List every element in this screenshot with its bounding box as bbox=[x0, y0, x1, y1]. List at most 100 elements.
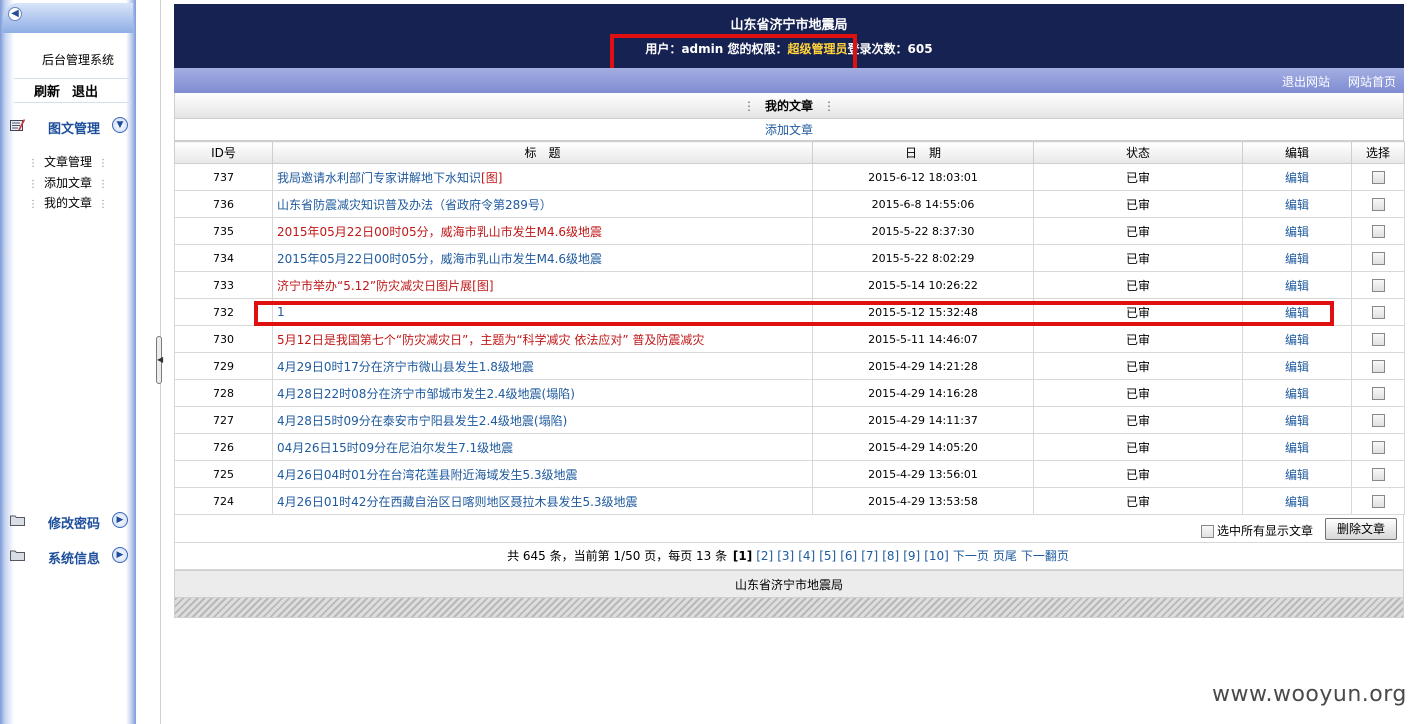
cell-edit[interactable]: 编辑 bbox=[1242, 433, 1352, 461]
site-home-link[interactable]: 网站首页 bbox=[1348, 73, 1396, 90]
cell-edit[interactable]: 编辑 bbox=[1242, 487, 1352, 515]
cell-edit[interactable]: 编辑 bbox=[1242, 271, 1352, 299]
page-header: 山东省济宁市地震局 用户：admin 您的权限：超级管理员登录次数：605 bbox=[174, 4, 1404, 72]
sidebar-group-articles[interactable]: 图文管理 ▼ bbox=[8, 115, 132, 137]
row-checkbox[interactable] bbox=[1371, 413, 1385, 427]
exit-site-link[interactable]: 退出网站 bbox=[1282, 73, 1330, 90]
system-name: 后台管理系统 bbox=[42, 53, 115, 67]
article-icon bbox=[10, 119, 25, 131]
cell-edit[interactable]: 编辑 bbox=[1242, 352, 1352, 380]
next-group-link[interactable]: 下一翻页 bbox=[1021, 549, 1069, 563]
chevron-right-icon[interactable]: ▶ bbox=[112, 547, 128, 563]
cell-id-text: 730 bbox=[213, 332, 234, 346]
row-checkbox[interactable] bbox=[1371, 170, 1385, 184]
page-link[interactable]: [9] bbox=[903, 549, 920, 563]
page-links: [2] [3] [4] [5] [6] [7] [8] [9] [10] bbox=[754, 549, 951, 563]
cell-date: 2015-6-8 14:55:06 bbox=[812, 190, 1034, 218]
cell-title[interactable]: 4月28日22时08分在济宁市邹城市发生2.4级地震(塌陷) bbox=[272, 379, 813, 407]
cell-status-text: 已审 bbox=[1125, 251, 1150, 266]
page-link[interactable]: [5] bbox=[819, 549, 836, 563]
cell-date: 2015-4-29 14:21:28 bbox=[812, 352, 1034, 380]
cell-edit[interactable]: 编辑 bbox=[1242, 244, 1352, 272]
divider bbox=[14, 78, 132, 79]
cell-title[interactable]: 济宁市举办“5.12”防灾减灾日图片展[图] bbox=[272, 271, 813, 299]
page-link[interactable]: [4] bbox=[798, 549, 815, 563]
cell-edit-text: 编辑 bbox=[1284, 413, 1309, 428]
footer: 山东省济宁市地震局 bbox=[174, 570, 1404, 598]
row-checkbox[interactable] bbox=[1371, 359, 1385, 373]
page-link[interactable]: [3] bbox=[777, 549, 794, 563]
cell-title[interactable]: 5月12日是我国第七个“防灾减灾日”，主题为“科学减灾 依法应对” 普及防震减灾 bbox=[272, 325, 813, 353]
cell-title-text: 04月26日15时09分在尼泊尔发生7.1级地震 bbox=[277, 440, 514, 455]
sidebar-top-bar: ◀ bbox=[3, 3, 133, 33]
back-arrow-icon[interactable]: ◀ bbox=[8, 7, 22, 21]
page-link[interactable]: [6] bbox=[840, 549, 857, 563]
sidebar-item-my-articles[interactable]: ⋮ 我的文章 ⋮ bbox=[28, 194, 108, 211]
sidebar-item-add-article[interactable]: ⋮ 添加文章 ⋮ bbox=[28, 174, 108, 191]
cell-edit-text: 编辑 bbox=[1284, 494, 1309, 509]
cell-date-text: 2015-5-22 8:02:29 bbox=[871, 251, 975, 265]
cell-title[interactable]: 山东省防震减灾知识普及办法（省政府令第289号） bbox=[272, 190, 813, 218]
page-link[interactable]: [10] bbox=[924, 549, 949, 563]
row-checkbox[interactable] bbox=[1371, 386, 1385, 400]
row-checkbox[interactable] bbox=[1371, 440, 1385, 454]
cell-status: 已审 bbox=[1033, 487, 1243, 515]
cell-edit[interactable]: 编辑 bbox=[1242, 190, 1352, 218]
delete-articles-button[interactable]: 删除文章 bbox=[1325, 518, 1397, 540]
page-link[interactable]: [7] bbox=[861, 549, 878, 563]
cell-title[interactable]: 4月29日0时17分在济宁市微山县发生1.8级地震 bbox=[272, 352, 813, 380]
cell-title[interactable]: 4月28日5时09分在泰安市宁阳县发生2.4级地震(塌陷) bbox=[272, 406, 813, 434]
cell-edit-text: 编辑 bbox=[1284, 170, 1309, 185]
checkbox[interactable] bbox=[1200, 525, 1214, 538]
page-link[interactable]: [2] bbox=[756, 549, 773, 563]
sidebar-group-change-password[interactable]: 修改密码 ▶ bbox=[8, 510, 132, 532]
cell-edit[interactable]: 编辑 bbox=[1242, 217, 1352, 245]
cell-id-text: 735 bbox=[213, 224, 234, 238]
table-row: 736 山东省防震减灾知识普及办法（省政府令第289号） 2015-6-8 14:5… bbox=[174, 190, 1405, 218]
row-checkbox[interactable] bbox=[1371, 251, 1385, 265]
add-article-link[interactable]: 添加文章 bbox=[765, 123, 813, 137]
cell-title[interactable]: 我局邀请水利部门专家讲解地下水知识[图] bbox=[272, 163, 813, 191]
cell-date: 2015-4-29 13:53:58 bbox=[812, 487, 1034, 515]
last-page-link[interactable]: 页尾 bbox=[993, 549, 1017, 563]
cell-title[interactable]: 4月26日01时42分在西藏自治区日喀则地区聂拉木县发生5.3级地震 bbox=[272, 487, 813, 515]
collapse-sidebar-handle[interactable]: ◀ bbox=[156, 336, 163, 384]
cell-edit[interactable]: 编辑 bbox=[1242, 460, 1352, 488]
cell-title[interactable]: 4月26日04时01分在台湾花莲县附近海域发生5.3级地震 bbox=[272, 460, 813, 488]
cell-edit-text: 编辑 bbox=[1284, 386, 1309, 401]
cell-date-text: 2015-5-22 8:37:30 bbox=[871, 224, 975, 238]
page-link[interactable]: [8] bbox=[882, 549, 899, 563]
refresh-link[interactable]: 刷新 bbox=[34, 81, 60, 100]
cell-edit[interactable]: 编辑 bbox=[1242, 325, 1352, 353]
select-all-checkbox[interactable]: 选中所有显示文章 bbox=[1200, 522, 1313, 539]
cell-id: 729 bbox=[174, 352, 273, 380]
cell-title[interactable]: 2015年05月22日00时05分，威海市乳山市发生M4.6级地震 bbox=[272, 217, 813, 245]
table-row: 724 4月26日01时42分在西藏自治区日喀则地区聂拉木县发生5.3级地震 201… bbox=[174, 487, 1405, 515]
cell-id: 733 bbox=[174, 271, 273, 299]
image-tag: [图] bbox=[472, 278, 494, 293]
logout-link[interactable]: 退出 bbox=[72, 81, 98, 100]
row-checkbox[interactable] bbox=[1371, 332, 1385, 346]
cell-id-text: 732 bbox=[213, 305, 234, 319]
cell-edit[interactable]: 编辑 bbox=[1242, 379, 1352, 407]
cell-date-text: 2015-4-29 14:16:28 bbox=[868, 386, 978, 400]
chevron-down-icon[interactable]: ▼ bbox=[112, 117, 128, 133]
sidebar-group-system-info[interactable]: 系统信息 ▶ bbox=[8, 545, 132, 567]
cell-edit[interactable]: 编辑 bbox=[1242, 406, 1352, 434]
chevron-right-icon[interactable]: ▶ bbox=[112, 512, 128, 528]
cell-title[interactable]: 2015年05月22日00时05分，威海市乳山市发生M4.6级地震 bbox=[272, 244, 813, 272]
cell-status-text: 已审 bbox=[1125, 467, 1150, 482]
select-all-label: 选中所有显示文章 bbox=[1216, 524, 1313, 538]
row-checkbox[interactable] bbox=[1371, 197, 1385, 211]
next-page-link[interactable]: 下一页 bbox=[953, 549, 989, 563]
row-checkbox[interactable] bbox=[1371, 224, 1385, 238]
sidebar-item-article-manage[interactable]: ⋮ 文章管理 ⋮ bbox=[28, 153, 108, 170]
table-row: 729 4月29日0时17分在济宁市微山县发生1.8级地震 2015-4-29 14… bbox=[174, 352, 1405, 380]
row-checkbox[interactable] bbox=[1371, 467, 1385, 481]
cell-edit-text: 编辑 bbox=[1284, 359, 1309, 374]
row-checkbox[interactable] bbox=[1371, 305, 1385, 319]
row-checkbox[interactable] bbox=[1371, 278, 1385, 292]
cell-title[interactable]: 04月26日15时09分在尼泊尔发生7.1级地震 bbox=[272, 433, 813, 461]
cell-edit[interactable]: 编辑 bbox=[1242, 163, 1352, 191]
row-checkbox[interactable] bbox=[1371, 494, 1385, 508]
